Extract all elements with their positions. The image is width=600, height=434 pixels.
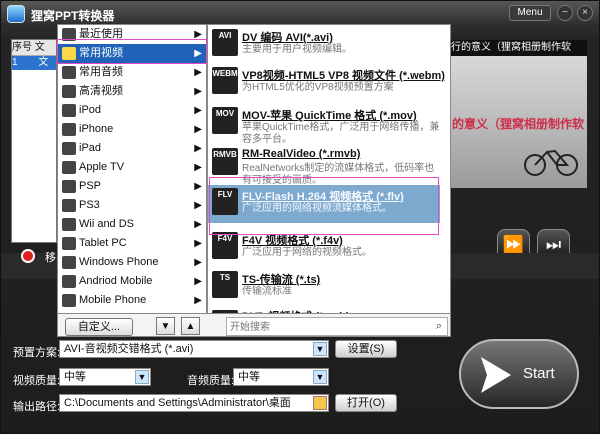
app-title: 狸窝PPT转换器	[31, 9, 115, 23]
windows-phone-icon	[62, 256, 76, 269]
remove-icon[interactable]	[21, 249, 35, 263]
format-item-mov[interactable]: MOV MOV-苹果 QuickTime 格式 (*.mov) 苹果QuickTim…	[208, 104, 440, 145]
menu-item-tablet[interactable]: Tablet PC ▶	[58, 234, 206, 253]
category-highlight	[57, 39, 207, 64]
android-icon	[62, 275, 76, 288]
output-path-field[interactable]: C:\Documents and Settings\Administrator\…	[59, 394, 329, 412]
menu-item-iphone[interactable]: iPhone ▶	[58, 120, 206, 139]
folder-icon[interactable]	[313, 396, 327, 410]
settings-button[interactable]: 设置(S)	[335, 340, 397, 358]
menu-item-wii[interactable]: Wii and DS ▶	[58, 215, 206, 234]
mov-format-icon: MOV	[212, 107, 238, 134]
search-input[interactable]	[230, 320, 424, 334]
menu-item-psp[interactable]: PSP ▶	[58, 177, 206, 196]
menu-item-ipad[interactable]: iPad ▶	[58, 139, 206, 158]
avi-format-icon: AVI	[212, 29, 238, 56]
menu-item-ps3[interactable]: PS3 ▶	[58, 196, 206, 215]
video-quality-select[interactable]: 中等 ▼	[59, 368, 151, 386]
chevron-down-icon: ▼	[313, 370, 327, 384]
app-window: 狸窝PPT转换器 Menu − × 序号 文 1 文 行的意义（狸窝相册制作软 …	[0, 0, 600, 434]
chevron-down-icon: ▼	[135, 370, 149, 384]
wii-icon	[62, 218, 76, 231]
app-logo	[7, 5, 25, 23]
chevron-down-icon: ▼	[313, 342, 327, 356]
start-button[interactable]: Start	[459, 339, 579, 409]
scroll-down-icon[interactable]: ▼	[156, 317, 175, 335]
table-row[interactable]: 1 文	[12, 56, 56, 70]
audio-quality-select[interactable]: 中等 ▼	[233, 368, 329, 386]
mobile-icon	[62, 294, 76, 307]
psp-icon	[62, 180, 76, 193]
index-column-header: 序号	[12, 42, 32, 53]
video-quality-label: 视频质量:	[13, 375, 61, 387]
format-highlight	[209, 177, 439, 235]
preset-select[interactable]: AVI-音视频交错格式 (*.avi) ▼	[59, 340, 329, 358]
audio-icon	[62, 66, 76, 79]
ts-format-icon: TS	[212, 271, 238, 298]
menu-item-hd-video[interactable]: 高清视频 ▶	[58, 82, 206, 101]
category-menu[interactable]: 最近使用 ▶ 常用视频 ▶ 常用音频 ▶ 高清视频 ▶ iPod ▶ iPhone ▶ iP…	[57, 24, 207, 337]
close-icon[interactable]: ×	[577, 5, 593, 21]
custom-button[interactable]: 自定义...	[65, 318, 133, 336]
popup-footer: 自定义... ▼ ▲ ⌕	[57, 313, 451, 337]
webm-format-icon: WEBM	[212, 67, 238, 94]
scroll-up-icon[interactable]: ▲	[181, 317, 200, 335]
format-item-webm[interactable]: WEBM VP8视频-HTML5 VP8 视频文件 (*.webm) 为HTML5优…	[208, 64, 445, 102]
format-item-avi[interactable]: AVI DV 编码 AVI(*.avi) 主要用于用户视频编辑。	[208, 26, 440, 64]
hd-icon	[62, 85, 76, 98]
preview-panel: 行的意义（狸窝相册制作软 的意义（狸窝相册制作软	[447, 39, 588, 189]
file-list[interactable]: 序号 文 1 文	[11, 39, 57, 243]
f4v-format-icon: F4V	[212, 232, 238, 259]
play-arrow-icon	[481, 357, 511, 393]
row-index: 1	[12, 57, 18, 68]
tablet-icon	[62, 237, 76, 250]
rmvb-format-icon: RMVB	[212, 148, 238, 175]
list-header: 序号 文	[12, 40, 56, 56]
remove-label: 移	[45, 252, 56, 264]
menu-item-windows-phone[interactable]: Windows Phone ▶	[58, 253, 206, 272]
search-box[interactable]: ⌕	[226, 317, 448, 336]
ipad-icon	[62, 142, 76, 155]
format-item-ts[interactable]: TS TS-传输流 (*.ts) 传输流标准	[208, 268, 440, 306]
output-path-label: 输出路径:	[13, 401, 61, 413]
preset-label: 预置方案:	[13, 347, 61, 359]
preview-title: 行的意义（狸窝相册制作软	[448, 40, 587, 56]
menu-item-common-audio[interactable]: 常用音频 ▶	[58, 63, 206, 82]
name-column-header: 文	[34, 42, 45, 53]
row-name: 文	[38, 57, 49, 68]
ps3-icon	[62, 199, 76, 212]
menu-item-android[interactable]: Andriod Mobile ▶	[58, 272, 206, 291]
apple-tv-icon	[62, 161, 76, 174]
open-button[interactable]: 打开(O)	[335, 394, 397, 412]
bicycle-image	[524, 149, 578, 176]
audio-quality-label: 音频质量:	[187, 375, 235, 387]
menu-item-ipod[interactable]: iPod ▶	[58, 101, 206, 120]
ipod-icon	[62, 104, 76, 117]
preview-overlay-text: 的意义（狸窝相册制作软	[452, 117, 585, 131]
menu-button[interactable]: Menu	[509, 5, 551, 21]
menu-item-apple-tv[interactable]: Apple TV ▶	[58, 158, 206, 177]
menu-item-mobile-phone[interactable]: Mobile Phone ▶	[58, 291, 206, 310]
search-icon[interactable]: ⌕	[436, 320, 442, 333]
iphone-icon	[62, 123, 76, 136]
minimize-icon[interactable]: −	[557, 5, 573, 21]
